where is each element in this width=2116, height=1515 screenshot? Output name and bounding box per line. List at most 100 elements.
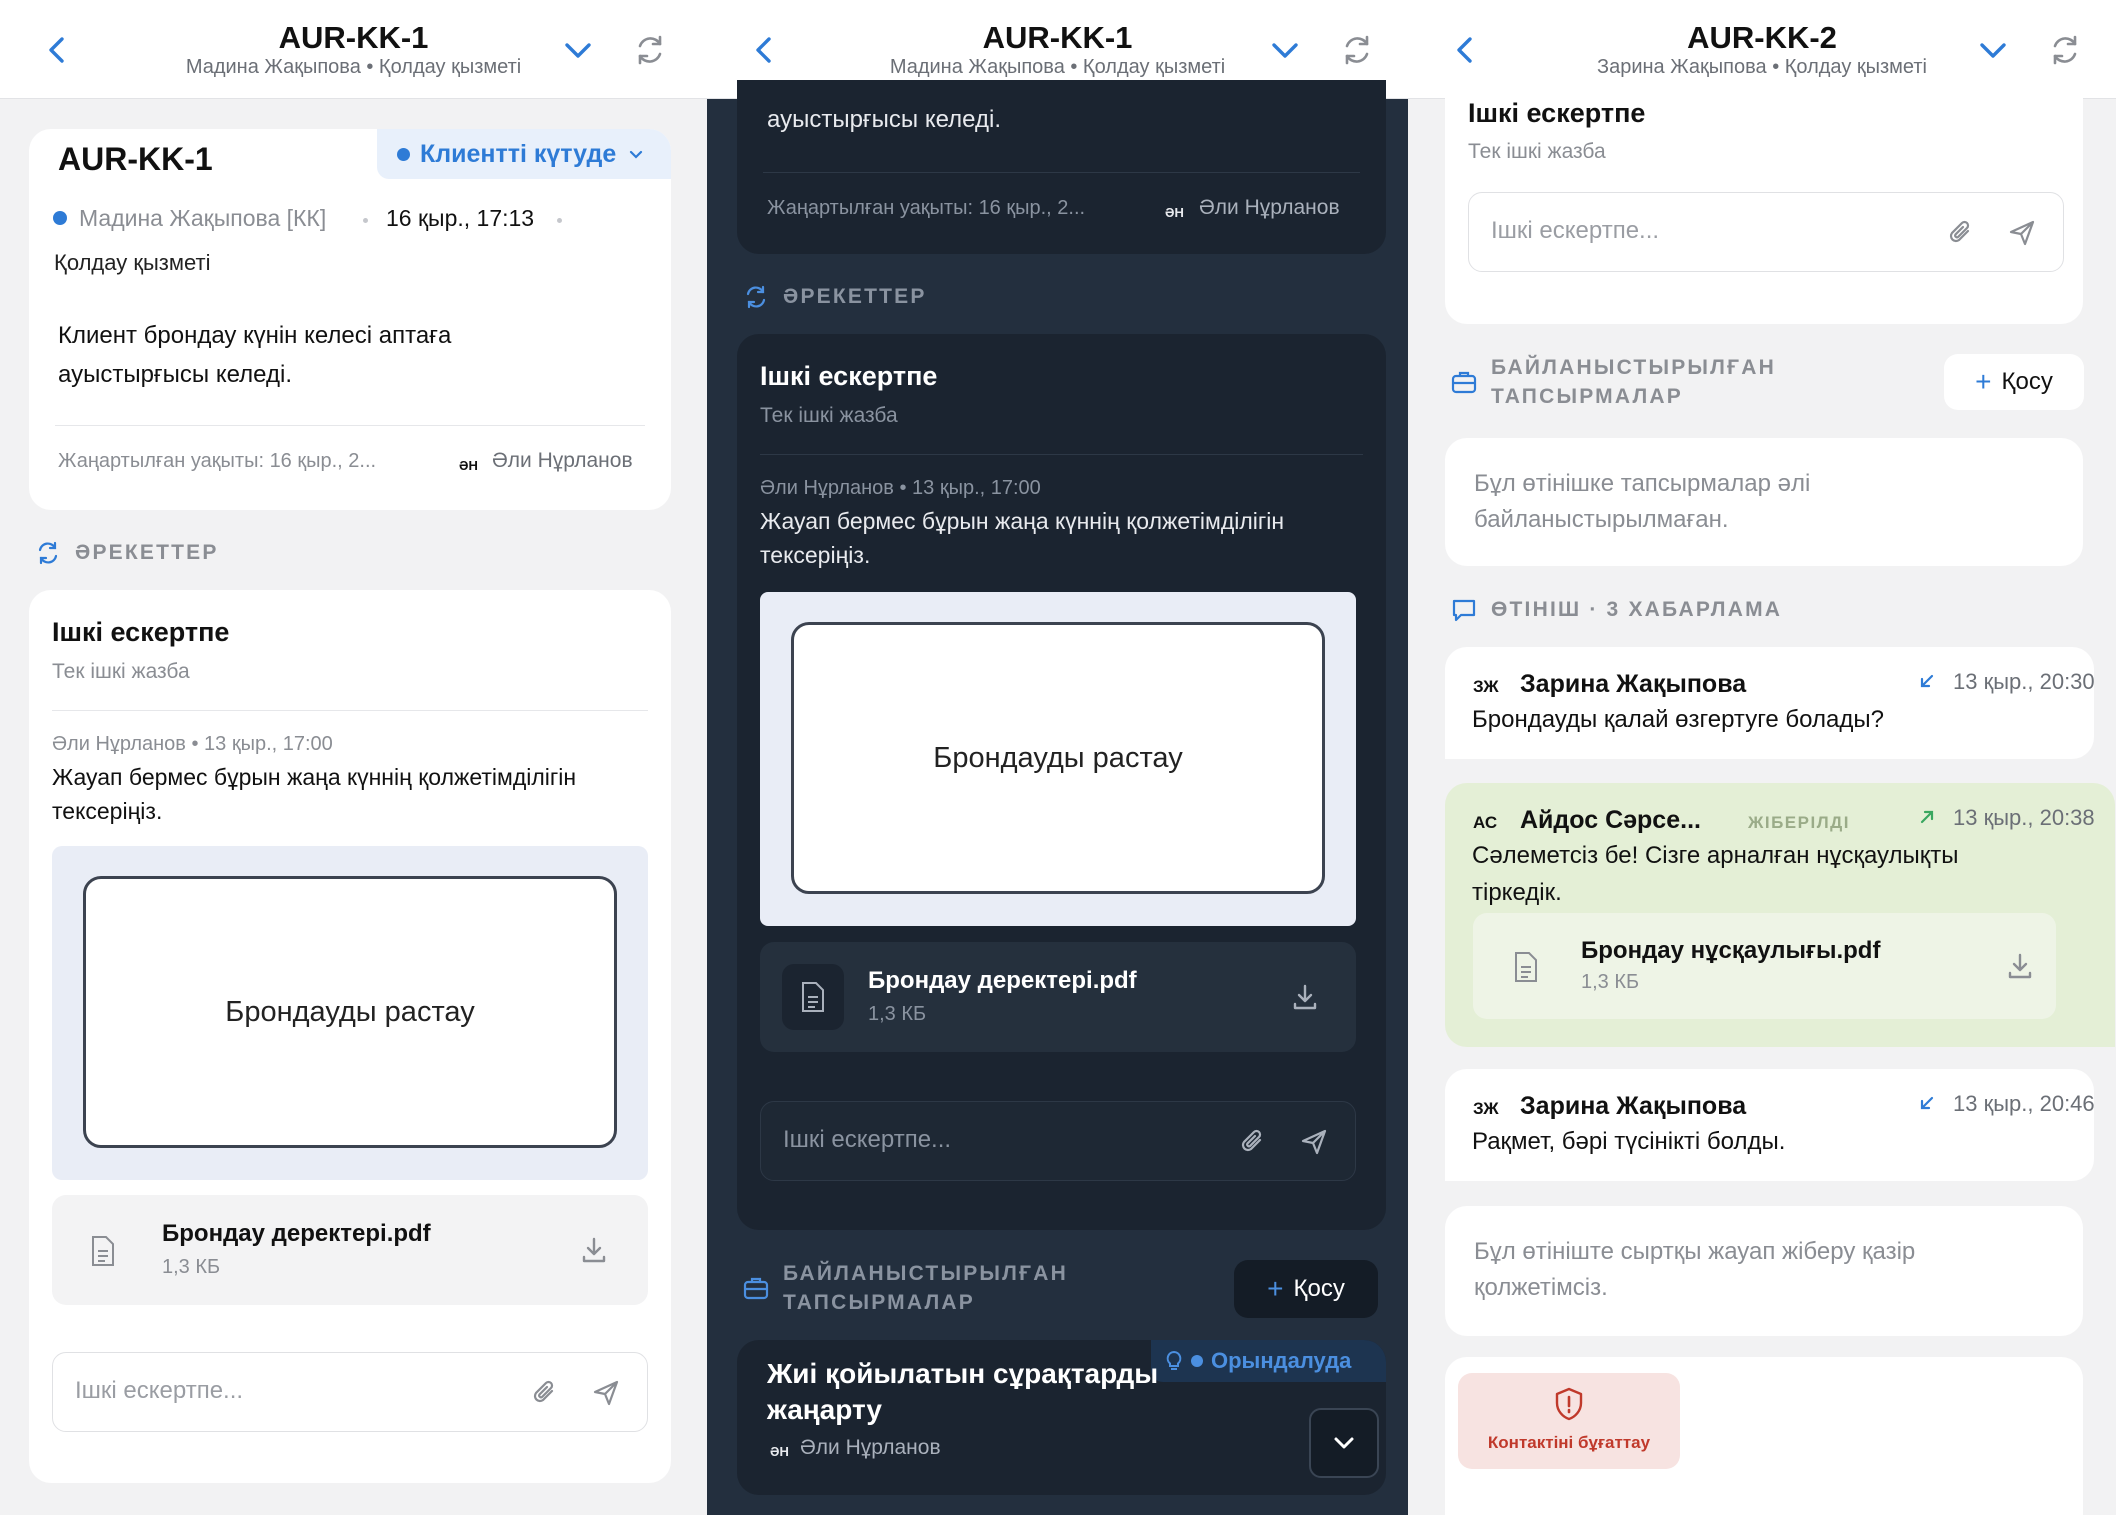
author-name: Зарина Жақыпова [1520, 670, 1747, 698]
paperclip-icon[interactable] [530, 1377, 560, 1409]
file-attachment[interactable]: Брондау деректері.pdf 1,3 КБ [52, 1195, 648, 1305]
customer-name[interactable]: Мадина Жақыпова [КК] [79, 205, 326, 232]
reply-disabled-line1: Бұл өтініште сыртқы жауап жіберу қазір [1474, 1238, 1916, 1265]
message-text-line2: тіркедік. [1472, 879, 1562, 906]
file-size: 1,3 КБ [162, 1256, 221, 1278]
block-contact-label: Контактіні бұғаттау [1487, 1433, 1651, 1452]
add-task-label: Қосу [1293, 1275, 1345, 1302]
chevron-down-icon[interactable] [1973, 30, 2013, 70]
plus-icon: + [1975, 366, 1992, 397]
thread-section-label: ӨТІНІШ · 3 ХАБАРЛАМА [1491, 598, 1783, 621]
send-icon[interactable] [591, 1378, 621, 1408]
confirm-booking-label: Брондауды растау [225, 995, 475, 1028]
note-input[interactable]: Ішкі ескертпе... [1468, 192, 2064, 272]
actions-section-label: ӘРЕКЕТТЕР [783, 285, 927, 308]
attached-image[interactable]: Брондауды растау [760, 592, 1356, 926]
lightbulb-icon [1166, 1350, 1182, 1370]
message-time: 13 қыр., 20:30 [1953, 669, 2095, 694]
message-time: 13 қыр., 20:38 [1953, 805, 2095, 830]
linked-tasks-label-2: ТАПСЫРМАЛАР [783, 1291, 975, 1314]
file-attachment[interactable]: Брондау деректері.pdf 1,3 КБ [760, 942, 1356, 1052]
chevron-down-icon[interactable] [1265, 30, 1305, 70]
status-dot-icon [397, 147, 410, 161]
note-subtitle: Тек ішкі жазба [52, 660, 190, 683]
author-initials: АС [1473, 813, 1498, 832]
paperclip-icon[interactable] [1238, 1126, 1268, 1158]
confirm-booking-mock-button: Брондауды растау [83, 876, 617, 1148]
note-input[interactable]: Ішкі ескертпе... [52, 1352, 648, 1432]
note-text-line2: тексеріңіз. [52, 798, 163, 824]
incoming-arrow-icon [1920, 1096, 1934, 1110]
file-name: Брондау нұсқаулығы.pdf [1581, 937, 1881, 964]
expand-task-button[interactable] [1309, 1408, 1379, 1478]
status-label: Клиентті күтуде [420, 139, 617, 168]
plus-icon: + [1267, 1273, 1284, 1304]
file-attachment[interactable]: Брондау нұсқаулығы.pdf 1,3 КБ [1473, 913, 2056, 1019]
ticket-id: AUR-KK-1 [58, 141, 213, 177]
header: AUR-KK-2 Зарина Жақыпова • Қолдау қызмет… [1408, 0, 2116, 99]
chevron-down-icon [630, 150, 643, 159]
assignee-initials: ӘН [459, 458, 478, 473]
task-status-badge: Орындалуда [1151, 1340, 1386, 1382]
actions-refresh-icon [38, 541, 58, 565]
send-icon[interactable] [2007, 218, 2037, 248]
ticket-panel-thread: AUR-KK-2 Зарина Жақыпова • Қолдау қызмет… [1408, 0, 2116, 1515]
file-size: 1,3 КБ [1581, 971, 1640, 993]
header-subtitle: Мадина Жақыпова • Қолдау қызметі [185, 56, 522, 78]
reply-disabled-card: Бұл өтініште сыртқы жауап жіберу қазір қ… [1445, 1206, 2083, 1336]
assignee-initials: ӘН [770, 1444, 789, 1459]
status-dropdown[interactable]: Клиентті күтуде [377, 129, 671, 179]
reply-disabled-line2: қолжетімсіз. [1474, 1274, 1608, 1301]
ticket-message-line2: ауыстырғысы келеді. [767, 106, 1001, 133]
send-icon[interactable] [1299, 1127, 1329, 1157]
task-status-label: Орындалуда [1211, 1348, 1352, 1373]
actions-refresh-icon [746, 285, 766, 309]
block-section: Контактіні бұғаттау [1445, 1357, 2083, 1515]
add-task-button[interactable]: + Қосу [1944, 354, 2084, 410]
refresh-icon[interactable] [2045, 30, 2085, 70]
assignee-name[interactable]: Әли Нұрланов [492, 449, 633, 473]
task-card[interactable]: Орындалуда Жиі қойылатын сұрақтарды жаңа… [737, 1340, 1386, 1495]
refresh-icon[interactable] [1337, 30, 1377, 70]
assignee-name[interactable]: Әли Нұрланов [1199, 196, 1340, 220]
add-task-button[interactable]: + Қосу [1234, 1260, 1378, 1318]
linked-tasks-label-2: ТАПСЫРМАЛАР [1491, 385, 1683, 408]
sent-label: ЖІБЕРІЛДІ [1748, 813, 1850, 832]
note-input-placeholder: Ішкі ескертпе... [1491, 217, 1660, 244]
task-assignee: Әли Нұрланов [800, 1436, 941, 1459]
note-input[interactable]: Ішкі ескертпе... [760, 1101, 1356, 1181]
ticket-datetime: 16 қыр., 17:13 [386, 205, 535, 231]
chevron-down-icon [1334, 1437, 1354, 1449]
divider [760, 454, 1363, 455]
shield-alert-icon [1555, 1387, 1583, 1421]
divider [55, 425, 645, 426]
author-initials: ЗЖ [1473, 677, 1499, 696]
task-title-line1: Жиі қойылатын сұрақтарды [767, 1358, 1159, 1389]
ticket-message-line1: Клиент брондау күнін келесі аптаға [58, 322, 452, 349]
download-icon[interactable] [2005, 951, 2035, 981]
refresh-icon[interactable] [630, 30, 670, 70]
add-task-label: Қосу [2001, 368, 2053, 395]
message-time: 13 қыр., 20:46 [1953, 1091, 2095, 1116]
note-meta: Әли Нұрланов • 13 қыр., 17:00 [760, 477, 1041, 499]
attached-image[interactable]: Брондауды растау [52, 846, 648, 1180]
document-icon [1515, 952, 1537, 982]
status-dot-icon [1191, 1355, 1203, 1367]
linked-tasks-label-1: БАЙЛАНЫСТЫРЫЛҒАН [1491, 356, 1776, 379]
updated-time: Жаңартылған уақыты: 16 қыр., 2... [58, 450, 377, 472]
no-tasks-line2: байланыстырылмаған. [1474, 506, 1729, 533]
message-text: Рақмет, бәрі түсінікті болды. [1472, 1128, 1786, 1155]
chevron-down-icon[interactable] [558, 30, 598, 70]
note-text-line1: Жауап бермес бұрын жаңа күннің қолжетімд… [52, 764, 577, 790]
file-name: Брондау деректері.pdf [162, 1220, 431, 1247]
note-meta: Әли Нұрланов • 13 қыр., 17:00 [52, 733, 333, 755]
document-icon [802, 982, 824, 1012]
separator-dot [557, 218, 562, 223]
download-icon[interactable] [579, 1235, 609, 1265]
download-icon[interactable] [1290, 982, 1320, 1012]
block-contact-button[interactable]: Контактіні бұғаттау [1458, 1373, 1680, 1469]
department: Қолдау қызметі [54, 250, 211, 275]
confirm-booking-mock-button: Брондауды растау [791, 622, 1325, 894]
ticket-message-line2: ауыстырғысы келеді. [58, 361, 292, 388]
paperclip-icon[interactable] [1946, 217, 1976, 249]
